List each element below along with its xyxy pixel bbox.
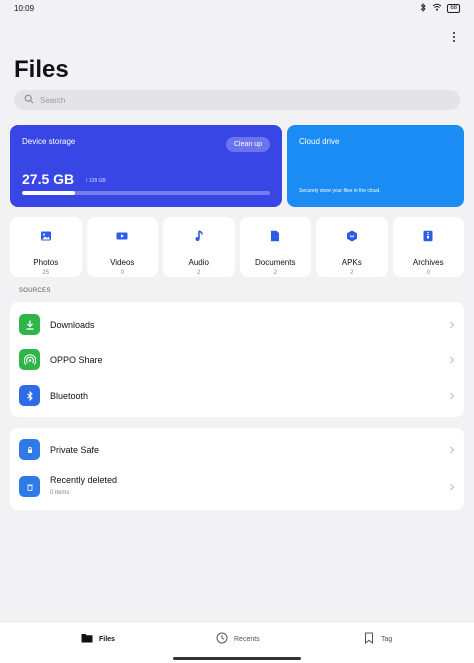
storage-total: / 128 GB [86,178,106,184]
category-name: Audio [188,258,209,267]
oppo-share-icon [19,349,40,370]
cloud-drive-label: Cloud drive [299,137,340,146]
chevron-right-icon [450,321,455,328]
cloud-drive-card[interactable]: Cloud drive Securely store your files in… [287,125,464,207]
category-count: 2 [273,270,277,276]
nav-label: Tag [381,635,393,643]
folder-icon [81,632,93,646]
document-icon [269,229,281,247]
nav-label: Files [99,635,115,643]
category-name: Videos [110,258,135,267]
more-dot-icon [453,36,455,38]
category-videos[interactable]: Videos 0 [86,217,158,277]
recently-deleted-item[interactable]: Recently deleted 0 items [10,469,464,504]
search-icon [24,91,34,109]
storage-used: 27.5 GB [22,171,75,187]
chevron-right-icon [450,392,455,399]
nav-label: Recents [234,635,260,643]
video-icon [116,229,128,247]
sources-list: Downloads OPPO Share Bluetooth [10,302,464,417]
recently-deleted-title: Recently deleted [50,475,118,485]
category-grid: Photos 25 Videos 0 Audio 2 Documents 2 A… [10,217,464,277]
more-options-button[interactable] [448,30,460,44]
clock-icon [216,632,228,646]
nav-files[interactable]: Files [81,632,115,646]
category-name: Documents [255,258,296,267]
battery-indicator: 68 [447,3,460,13]
category-name: APKs [341,258,362,267]
music-icon [193,229,205,247]
chevron-right-icon [450,483,455,490]
device-storage-card[interactable]: Device storage Clean up 27.5 GB / 128 GB [10,125,282,207]
bookmark-icon [363,632,375,646]
category-documents[interactable]: Documents 2 [239,217,311,277]
source-title: OPPO Share [50,354,103,365]
home-indicator[interactable] [173,657,301,660]
bluetooth-icon [19,385,40,406]
sources-heading: SOURCES [19,288,51,294]
search-input[interactable] [40,95,420,105]
nav-recents[interactable]: Recents [216,632,260,646]
status-time: 10:09 [14,3,35,13]
category-count: 0 [120,270,124,276]
more-dot-icon [453,32,455,34]
source-oppo-share[interactable]: OPPO Share [10,342,464,377]
status-bar: 10:09 68 [0,0,474,16]
storage-progress-fill [22,191,76,195]
recently-deleted-count: 0 items [50,490,70,496]
storage-progress-bar [22,191,270,195]
source-title: Bluetooth [50,390,89,401]
page-title: Files [14,56,69,83]
photo-icon [40,229,52,247]
lock-folder-icon [19,439,40,460]
category-count: 0 [426,270,430,276]
trash-folder-icon [19,476,40,497]
source-title: Downloads [50,319,95,330]
status-icons: 68 [420,2,460,14]
category-name: Archives [412,258,444,267]
bluetooth-status-icon [420,2,427,14]
private-safe-item[interactable]: Private Safe [10,432,464,467]
private-list: Private Safe Recently deleted 0 items [10,428,464,510]
category-count: 2 [350,270,354,276]
wifi-status-icon [432,3,442,13]
category-archives[interactable]: Archives 0 [392,217,464,277]
category-name: Photos [33,258,59,267]
category-photos[interactable]: Photos 25 [10,217,82,277]
nav-tag[interactable]: Tag [363,632,392,646]
chevron-right-icon [450,446,455,453]
category-audio[interactable]: Audio 2 [163,217,235,277]
chevron-right-icon [450,356,455,363]
clean-up-button[interactable]: Clean up [225,137,270,152]
category-count: 25 [42,270,50,276]
category-apks[interactable]: APKs 2 [316,217,388,277]
private-safe-title: Private Safe [50,444,100,455]
source-bluetooth[interactable]: Bluetooth [10,378,464,413]
archive-icon [422,229,434,247]
category-count: 2 [197,270,201,276]
source-downloads[interactable]: Downloads [10,307,464,342]
cloud-drive-description: Securely store your files in the cloud. [299,188,381,194]
apk-icon [346,229,358,247]
download-icon [19,314,40,335]
more-dot-icon [453,40,455,42]
search-bar[interactable] [14,90,460,110]
